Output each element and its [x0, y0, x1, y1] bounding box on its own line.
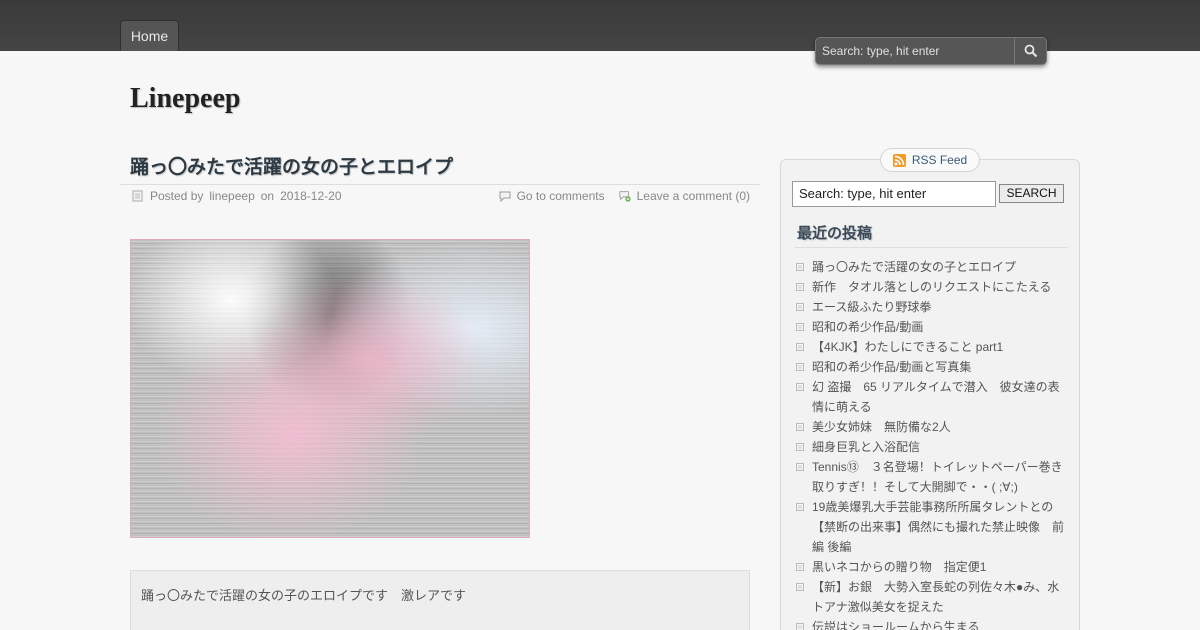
recent-posts-heading: 最近の投稿 [797, 225, 873, 242]
recent-post-item[interactable]: 美少女姉妹 無防備な2人 [796, 417, 1066, 437]
list-bullet-icon [796, 383, 804, 391]
post-date: 2018-12-20 [280, 189, 342, 203]
list-bullet-icon [796, 443, 804, 451]
recent-post-item[interactable]: エース級ふたり野球拳 [796, 297, 1066, 317]
list-bullet-icon [796, 583, 804, 591]
search-icon [1024, 44, 1037, 58]
list-bullet-icon [796, 343, 804, 351]
recent-post-link[interactable]: 【新】お銀 大勢入室長蛇の列佐々木●み、水トアナ激似美女を捉えた [812, 580, 1059, 614]
recent-post-link[interactable]: 【4KJK】わたしにできること part1 [812, 340, 1003, 354]
recent-post-link[interactable]: 昭和の希少作品/動画 [812, 320, 923, 334]
sidebar-search-input[interactable]: Search: type, hit enter [792, 181, 996, 207]
list-bullet-icon [796, 363, 804, 371]
recent-post-link[interactable]: 19歳美爆乳大手芸能事務所所属タレントとの【禁断の出来事】偶然にも撮れた禁止映像… [812, 500, 1064, 554]
recent-post-link[interactable]: 美少女姉妹 無防備な2人 [812, 420, 951, 434]
recent-post-item[interactable]: 【4KJK】わたしにできること part1 [796, 337, 1066, 357]
recent-post-link[interactable]: 踊っ〇みたで活躍の女の子とエロイプ [812, 260, 1016, 274]
header-search-box: Search: type, hit enter [815, 37, 1047, 65]
post-title[interactable]: 踊っ〇みたで活躍の女の子とエロイプ [130, 152, 453, 179]
list-bullet-icon [796, 323, 804, 331]
recent-post-link[interactable]: 昭和の希少作品/動画と写真集 [812, 360, 971, 374]
recent-post-item[interactable]: 黒いネコからの贈り物 指定便1 [796, 557, 1066, 577]
list-bullet-icon [796, 283, 804, 291]
post-featured-image[interactable] [130, 239, 530, 538]
recent-post-link[interactable]: 幻 盗撮 65 リアルタイムで潜入 彼女達の表情に萌える [812, 380, 1060, 414]
list-bullet-icon [796, 563, 804, 571]
posted-by-label: Posted by [150, 189, 204, 203]
recent-post-item[interactable]: Tennis⑬ ３名登場！トイレットペーパー巻き取りすぎ！！そして大開脚で・・(… [796, 457, 1066, 497]
recent-post-link[interactable]: 伝説はショールームから生まる [812, 620, 980, 630]
recent-posts-list: 踊っ〇みたで活躍の女の子とエロイプ 新作 タオル落としのリクエストにこたえる エ… [796, 257, 1066, 630]
recent-post-link[interactable]: 黒いネコからの贈り物 指定便1 [812, 560, 986, 574]
recent-post-item[interactable]: 昭和の希少作品/動画 [796, 317, 1066, 337]
sidebar-search-button[interactable]: SEARCH [999, 184, 1064, 203]
list-bullet-icon [796, 303, 804, 311]
recent-post-item[interactable]: 【新】お銀 大勢入室長蛇の列佐々木●み、水トアナ激似美女を捉えた [796, 577, 1066, 617]
recent-post-link[interactable]: 新作 タオル落としのリクエストにこたえる [812, 280, 1051, 294]
recent-post-item[interactable]: 伝説はショールームから生まる [796, 617, 1066, 630]
recent-post-item[interactable]: 新作 タオル落としのリクエストにこたえる [796, 277, 1066, 297]
post-on-label: on [260, 189, 275, 203]
post-meta-bar: Posted by linepeep on 2018-12-20 Go to c… [120, 184, 760, 208]
leave-comment-link[interactable]: Leave a comment (0) [637, 189, 750, 203]
post-author-icon [132, 190, 143, 202]
rss-feed-label: RSS Feed [911, 153, 968, 167]
rss-icon [892, 153, 906, 167]
recent-posts-divider [794, 247, 1068, 248]
comments-icon [499, 191, 511, 202]
go-to-comments-link[interactable]: Go to comments [517, 189, 605, 203]
recent-post-item[interactable]: 踊っ〇みたで活躍の女の子とエロイプ [796, 257, 1066, 277]
list-bullet-icon [796, 503, 804, 511]
recent-post-item[interactable]: 幻 盗撮 65 リアルタイムで潜入 彼女達の表情に萌える [796, 377, 1066, 417]
nav-home-tab[interactable]: Home [120, 20, 179, 51]
recent-post-item[interactable]: 細身巨乳と入浴配信 [796, 437, 1066, 457]
site-title[interactable]: Linepeep [130, 83, 240, 115]
post-excerpt-box: 踊っ〇みたで活躍の女の子のエロイプです 激レアです [130, 570, 750, 630]
header-search-input[interactable]: Search: type, hit enter [816, 38, 1014, 64]
list-bullet-icon [796, 623, 804, 630]
list-bullet-icon [796, 423, 804, 431]
add-comment-icon [619, 191, 631, 202]
list-bullet-icon [796, 463, 804, 471]
post-excerpt-text: 踊っ〇みたで活躍の女の子のエロイプです 激レアです [141, 588, 467, 603]
post-author-link[interactable]: linepeep [209, 189, 254, 203]
recent-post-item[interactable]: 19歳美爆乳大手芸能事務所所属タレントとの【禁断の出来事】偶然にも撮れた禁止映像… [796, 497, 1066, 557]
rss-feed-link[interactable]: RSS Feed [880, 148, 980, 172]
list-bullet-icon [796, 263, 804, 271]
recent-post-link[interactable]: エース級ふたり野球拳 [812, 300, 931, 314]
recent-post-link[interactable]: Tennis⑬ ３名登場！トイレットペーパー巻き取りすぎ！！そして大開脚で・・(… [812, 460, 1063, 494]
header-search-button[interactable] [1014, 38, 1046, 64]
recent-post-item[interactable]: 昭和の希少作品/動画と写真集 [796, 357, 1066, 377]
recent-post-link[interactable]: 細身巨乳と入浴配信 [812, 440, 920, 454]
